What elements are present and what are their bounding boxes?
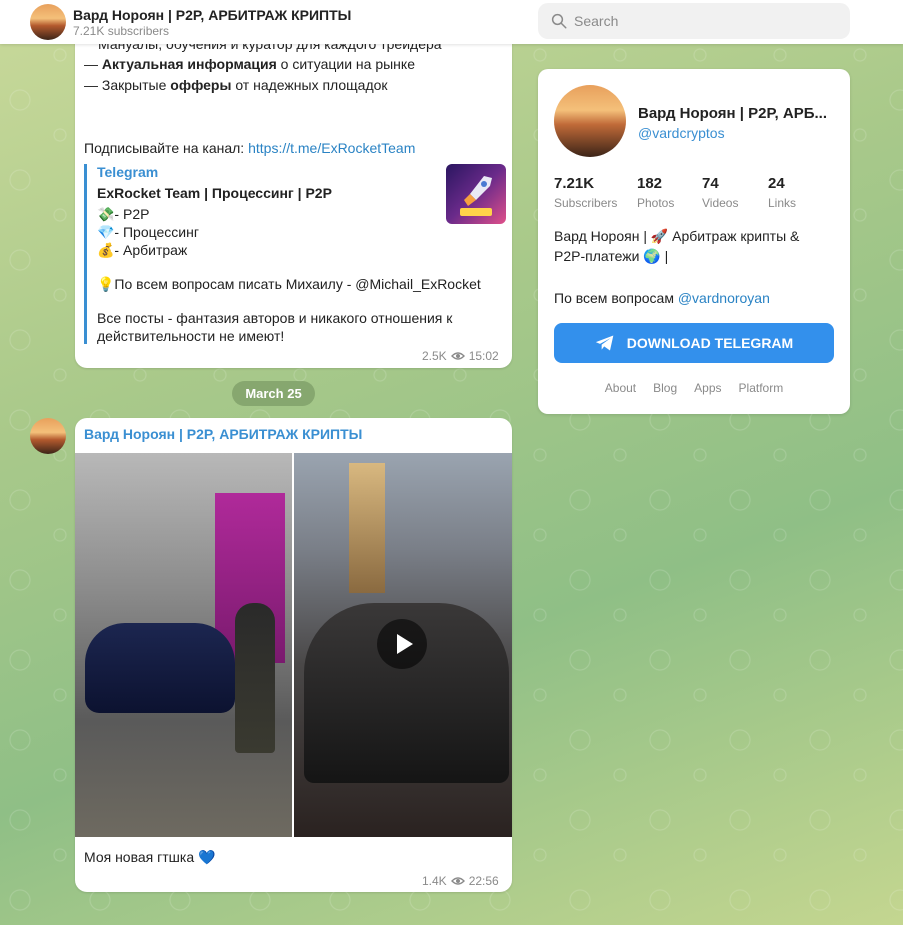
post-time: 15:02 — [468, 349, 499, 363]
download-telegram-button[interactable]: DOWNLOAD TELEGRAM — [554, 323, 834, 363]
post-author-name[interactable]: Вард Нороян | P2P, АРБИТРАЖ КРИПТЫ — [84, 426, 362, 442]
stat-links[interactable]: 24 Links — [768, 175, 796, 210]
footer-link-about[interactable]: About — [605, 381, 636, 395]
stat-photos[interactable]: 182 Photos — [637, 175, 674, 210]
search-input[interactable]: Search — [538, 3, 850, 39]
preview-line: 💎- Процессинг — [97, 224, 199, 240]
stat-label: Photos — [637, 196, 675, 210]
preview-line: 💡По всем вопросам писать Михаилу - @Mich… — [97, 276, 481, 292]
channel-info-card: Вард Нороян | P2P, АРБ... @vardcryptos 7… — [538, 69, 850, 414]
footer-link-platform[interactable]: Platform — [739, 381, 784, 395]
post-author-avatar[interactable] — [30, 418, 66, 454]
post-photo[interactable] — [75, 453, 292, 837]
dash: — — [84, 56, 102, 72]
link-preview[interactable]: Telegram ExRocket Team | Процессинг | P2… — [84, 164, 507, 344]
search-placeholder: Search — [574, 13, 619, 29]
telegram-plane-icon — [595, 335, 614, 351]
channel-avatar[interactable] — [30, 4, 66, 40]
text: По всем вопросам — [554, 290, 678, 306]
post-meta: 2.5K 15:02 — [422, 349, 499, 363]
channel-handle[interactable]: @vardcryptos — [638, 125, 725, 141]
footer-links: About Blog Apps Platform — [538, 381, 850, 395]
contact-link[interactable]: @vardnoroyan — [678, 290, 770, 306]
stat-value: 24 — [768, 175, 785, 192]
play-icon[interactable] — [377, 619, 427, 669]
stat-label: Videos — [702, 196, 739, 210]
stat-value: 74 — [702, 175, 719, 192]
top-bar: Вард Нороян | P2P, АРБИТРАЖ КРИПТЫ 7.21K… — [0, 0, 903, 44]
channel-card-title: Вард Нороян | P2P, АРБ... — [638, 105, 827, 122]
stat-value: 7.21K — [554, 175, 595, 192]
channel-link[interactable]: https://t.me/ExRocketTeam — [248, 140, 415, 156]
subscribe-line: Подписывайте на канал: https://t.me/ExRo… — [84, 140, 415, 156]
stat-value: 182 — [637, 175, 663, 192]
date-separator: March 25 — [232, 381, 315, 406]
view-count: 1.4K — [422, 874, 447, 888]
preview-line: действительности не имеют! — [97, 328, 285, 344]
channel-card-avatar — [554, 85, 626, 157]
channel-title[interactable]: Вард Нороян | P2P, АРБИТРАЖ КРИПТЫ — [73, 7, 351, 23]
post-caption: Моя новая гтшка 💙 — [84, 849, 216, 865]
download-label: DOWNLOAD TELEGRAM — [626, 335, 794, 351]
text: Подписывайте на канал: — [84, 140, 249, 156]
channel-contact: По всем вопросам @vardnoroyan — [554, 290, 770, 306]
footer-link-blog[interactable]: Blog — [653, 381, 677, 395]
stat-videos[interactable]: 74 Videos — [702, 175, 738, 210]
preview-line: 💰- Арбитраж — [97, 242, 188, 258]
search-icon — [551, 13, 567, 29]
preview-line: Все посты - фантазия авторов и никакого … — [97, 310, 453, 326]
post-meta: 1.4K 22:56 — [422, 874, 499, 888]
subscriber-count: 7.21K subscribers — [73, 24, 170, 38]
eye-icon — [450, 877, 465, 885]
preview-site-name: Telegram — [97, 164, 159, 180]
photo-detail — [349, 463, 385, 593]
bold-text: офферы — [170, 77, 232, 93]
channel-description: Вард Нороян | 🚀 Арбитраж крипты & — [554, 228, 800, 244]
post-text-line: — Актуальная информация о ситуации на ры… — [84, 56, 415, 72]
preview-thumbnail — [446, 164, 506, 224]
stat-label: Links — [768, 196, 797, 210]
footer-link-apps[interactable]: Apps — [694, 381, 721, 395]
preview-line: 💸- P2P — [97, 206, 150, 222]
channel-post: Вард Нороян | P2P, АРБИТРАЖ КРИПТЫ Моя н… — [75, 418, 512, 892]
text: от надежных площадок — [231, 77, 388, 93]
view-count: 2.5K — [422, 349, 447, 363]
post-time: 22:56 — [468, 874, 499, 888]
channel-description: P2P-платежи 🌍 | — [554, 248, 669, 264]
post-text-line: — Закрытые офферы от надежных площадок — [84, 77, 388, 93]
stat-subscribers: 7.21K Subscribers — [554, 175, 617, 210]
rocket-icon — [460, 176, 492, 216]
photo-detail — [85, 623, 235, 713]
text: — Закрытые — [84, 77, 171, 93]
stat-label: Subscribers — [554, 196, 618, 210]
bold-text: Актуальная информация — [101, 56, 277, 72]
text: о ситуации на рынке — [276, 56, 415, 72]
eye-icon — [450, 352, 465, 360]
photo-detail — [235, 603, 275, 753]
preview-title: ExRocket Team | Процессинг | P2P — [97, 185, 332, 201]
